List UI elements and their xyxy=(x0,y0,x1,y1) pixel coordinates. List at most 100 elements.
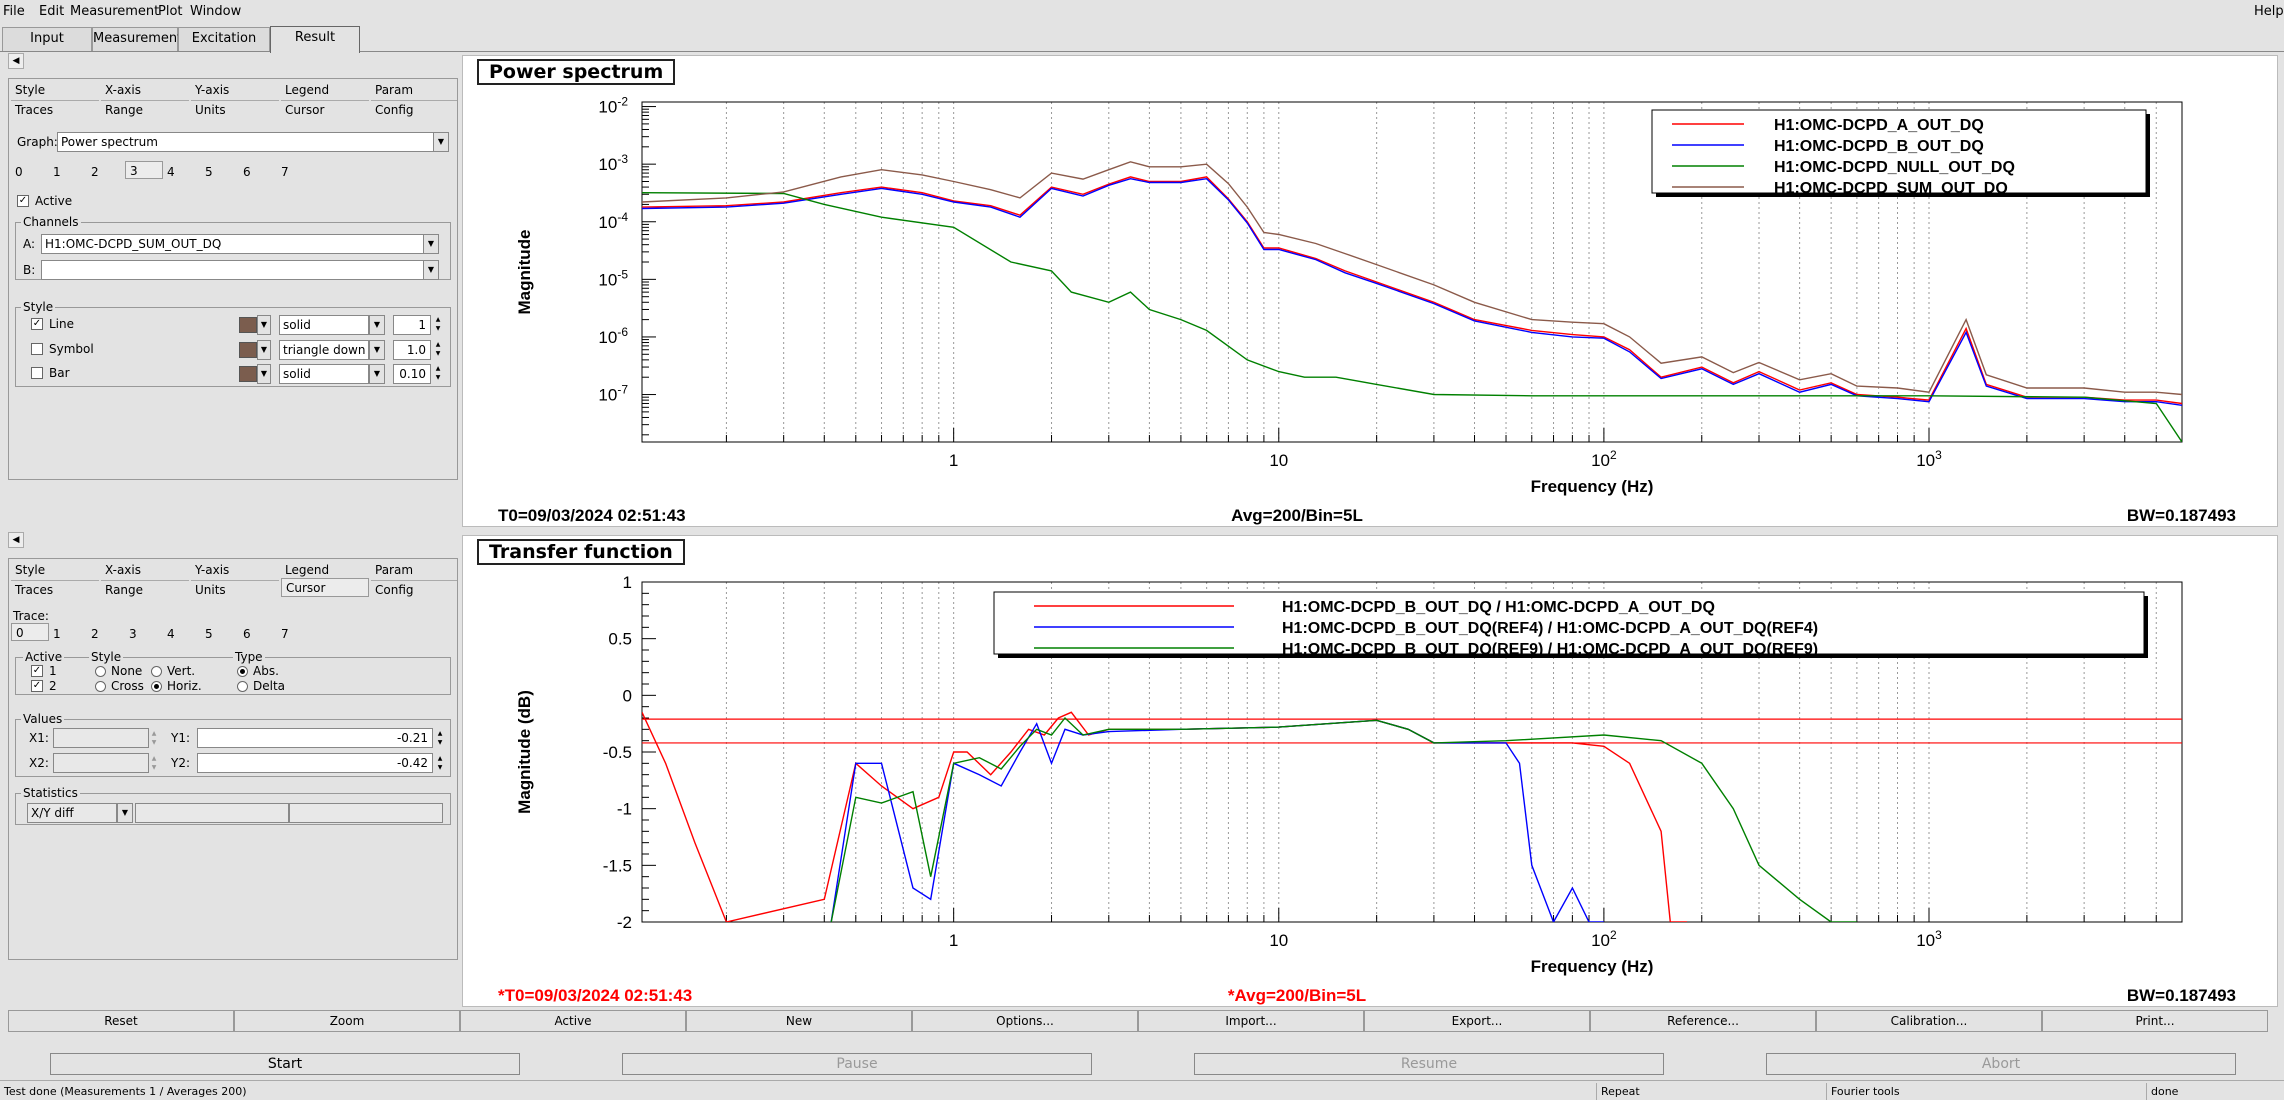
symbol-checkbox[interactable] xyxy=(31,343,43,355)
tab-excitation[interactable]: Excitation xyxy=(178,27,270,51)
collapse-left-icon[interactable]: ◀ xyxy=(8,532,24,548)
style-cross-radio[interactable] xyxy=(95,681,106,692)
subtab-config[interactable]: Config xyxy=(371,100,457,119)
subtab-cursor[interactable]: Cursor xyxy=(281,100,369,119)
import-button[interactable]: Import... xyxy=(1138,1010,1364,1032)
chevron-down-icon[interactable]: ▼ xyxy=(369,315,385,335)
chevron-down-icon[interactable]: ▼ xyxy=(257,364,271,384)
spin-arrows-icon[interactable]: ▲ ▼ xyxy=(149,729,159,747)
abort-button[interactable]: Abort xyxy=(1766,1053,2236,1075)
trace-tab-2[interactable]: 2 xyxy=(87,625,125,643)
subtab-cursor[interactable]: Cursor xyxy=(281,578,369,597)
subtab-y-axis[interactable]: Y-axis xyxy=(191,81,279,100)
active-button[interactable]: Active xyxy=(460,1010,686,1032)
bar-style-select[interactable]: solid xyxy=(279,364,369,384)
bar-width-input[interactable]: 0.10 xyxy=(393,364,431,384)
start-button[interactable]: Start xyxy=(50,1053,520,1075)
type-abs-radio[interactable] xyxy=(237,666,248,677)
chevron-down-icon[interactable]: ▼ xyxy=(117,803,133,823)
subtab-range[interactable]: Range xyxy=(101,100,189,119)
chevron-down-icon[interactable]: ▼ xyxy=(369,340,385,360)
style-horiz-radio[interactable] xyxy=(151,681,162,692)
zoom-button[interactable]: Zoom xyxy=(234,1010,460,1032)
trace-tab-0[interactable]: 0 xyxy=(11,163,49,181)
menu-plot[interactable]: Plot xyxy=(158,4,183,19)
trace-tab-2[interactable]: 2 xyxy=(87,163,125,181)
subtab-traces[interactable]: Traces xyxy=(11,580,99,599)
trace-tab-1[interactable]: 1 xyxy=(49,625,87,643)
line-color-swatch[interactable] xyxy=(239,317,257,333)
style-none-radio[interactable] xyxy=(95,666,106,677)
y2-input[interactable]: -0.42 xyxy=(197,753,433,773)
subtab-range[interactable]: Range xyxy=(101,580,189,599)
power-spectrum-chart[interactable]: 10-7 10-6 10-5 10-4 10-3 10-2 1 10 102 103 Frequen… xyxy=(462,55,2278,527)
menu-file[interactable]: File xyxy=(3,4,25,19)
reset-button[interactable]: Reset xyxy=(8,1010,234,1032)
spin-arrows-icon[interactable]: ▲ ▼ xyxy=(435,754,445,772)
bar-color-swatch[interactable] xyxy=(239,366,257,382)
symbol-size-input[interactable]: 1.0 xyxy=(393,340,431,360)
subtab-config[interactable]: Config xyxy=(371,580,457,599)
tab-result[interactable]: Result xyxy=(270,26,360,53)
style-vert-radio[interactable] xyxy=(151,666,162,677)
menu-help[interactable]: Help xyxy=(2254,4,2284,19)
x2-input[interactable] xyxy=(53,753,149,773)
trace-tab-3[interactable]: 3 xyxy=(125,161,163,179)
pause-button[interactable]: Pause xyxy=(622,1053,1092,1075)
tab-input[interactable]: Input xyxy=(2,27,92,51)
channel-b-input[interactable] xyxy=(41,260,437,280)
spin-arrows-icon[interactable]: ▲ ▼ xyxy=(433,364,443,382)
statistics-select[interactable]: X/Y diff xyxy=(27,803,117,823)
print-button[interactable]: Print... xyxy=(2042,1010,2268,1032)
x1-input[interactable] xyxy=(53,728,149,748)
chevron-down-icon[interactable]: ▼ xyxy=(369,364,385,384)
symbol-color-swatch[interactable] xyxy=(239,342,257,358)
type-delta-radio[interactable] xyxy=(237,681,248,692)
line-width-input[interactable]: 1 xyxy=(393,315,431,335)
active-1-checkbox[interactable]: ✓ xyxy=(31,665,43,677)
chevron-down-icon[interactable]: ▼ xyxy=(257,340,271,360)
calibration-button[interactable]: Calibration... xyxy=(1816,1010,2042,1032)
spin-arrows-icon[interactable]: ▲ ▼ xyxy=(433,315,443,333)
symbol-style-select[interactable]: triangle down xyxy=(279,340,369,360)
menu-window[interactable]: Window xyxy=(190,4,241,19)
subtab-units[interactable]: Units xyxy=(191,100,279,119)
subtab-x-axis[interactable]: X-axis xyxy=(101,561,189,580)
chevron-down-icon[interactable]: ▼ xyxy=(433,132,449,152)
collapse-left-icon[interactable]: ◀ xyxy=(8,53,24,69)
trace-tab-6[interactable]: 6 xyxy=(239,163,277,181)
trace-tab-6[interactable]: 6 xyxy=(239,625,277,643)
chevron-down-icon[interactable]: ▼ xyxy=(257,315,271,335)
subtab-param[interactable]: Param xyxy=(371,81,457,100)
graph-select[interactable]: Power spectrum xyxy=(57,132,441,152)
trace-tab-3[interactable]: 3 xyxy=(125,625,163,643)
trace-tab-0[interactable]: 0 xyxy=(11,623,49,641)
export-button[interactable]: Export... xyxy=(1364,1010,1590,1032)
subtab-param[interactable]: Param xyxy=(371,561,457,580)
transfer-function-chart[interactable]: -2 -1.5 -1 -0.5 0 0.5 1 1 10 102 103 Frequency (Hz)… xyxy=(462,535,2278,1007)
trace-tab-4[interactable]: 4 xyxy=(163,625,201,643)
subtab-style[interactable]: Style xyxy=(11,561,99,580)
menu-measurement[interactable]: Measurement xyxy=(70,4,159,19)
trace-tab-5[interactable]: 5 xyxy=(201,163,239,181)
trace-tab-5[interactable]: 5 xyxy=(201,625,239,643)
line-style-select[interactable]: solid xyxy=(279,315,369,335)
resume-button[interactable]: Resume xyxy=(1194,1053,1664,1075)
subtab-style[interactable]: Style xyxy=(11,81,99,100)
subtab-legend[interactable]: Legend xyxy=(281,81,369,100)
tab-measurement[interactable]: Measurement xyxy=(92,27,182,51)
menu-edit[interactable]: Edit xyxy=(39,4,64,19)
subtab-traces[interactable]: Traces xyxy=(11,100,99,119)
new-button[interactable]: New xyxy=(686,1010,912,1032)
spin-arrows-icon[interactable]: ▲ ▼ xyxy=(149,754,159,772)
spin-arrows-icon[interactable]: ▲ ▼ xyxy=(435,729,445,747)
trace-tab-7[interactable]: 7 xyxy=(277,163,315,181)
trace-tab-1[interactable]: 1 xyxy=(49,163,87,181)
options-button[interactable]: Options... xyxy=(912,1010,1138,1032)
reference-button[interactable]: Reference... xyxy=(1590,1010,1816,1032)
chevron-down-icon[interactable]: ▼ xyxy=(423,234,439,254)
channel-a-input[interactable]: H1:OMC-DCPD_SUM_OUT_DQ xyxy=(41,234,437,254)
active-2-checkbox[interactable]: ✓ xyxy=(31,680,43,692)
subtab-y-axis[interactable]: Y-axis xyxy=(191,561,279,580)
chevron-down-icon[interactable]: ▼ xyxy=(423,260,439,280)
